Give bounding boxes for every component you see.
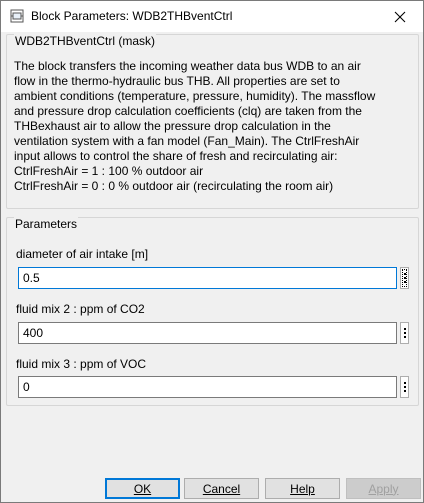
block-parameters-dialog: Block Parameters: WDB2THBventCtrl WDB2TH…: [0, 0, 424, 503]
description-line: CtrlFreshAir = 1 : 100 % outdoor air: [14, 164, 204, 178]
co2-more-button[interactable]: [400, 322, 409, 344]
vertical-dots-icon: [403, 273, 406, 275]
description-line: flow in the thermo-hydraulic bus THB. Al…: [14, 74, 340, 88]
voc-input[interactable]: [18, 376, 397, 398]
ok-button[interactable]: OK: [105, 478, 180, 499]
window-title: Block Parameters: WDB2THBventCtrl: [31, 9, 233, 23]
title-bar[interactable]: Block Parameters: WDB2THBventCtrl: [1, 1, 423, 32]
help-button[interactable]: Help: [265, 478, 340, 499]
param-label-diameter: diameter of air intake [m]: [16, 247, 149, 261]
description-line: ventilation system with a fan model (Fan…: [14, 134, 360, 148]
mask-description: The block transfers the incoming weather…: [14, 59, 414, 194]
description-line: ambient conditions (temperature, pressur…: [14, 89, 376, 103]
diameter-more-button[interactable]: [400, 267, 409, 289]
description-line: and pressure drop calculation coefficien…: [14, 104, 362, 118]
mask-description-group: WDB2THBventCtrl (mask) The block transfe…: [6, 34, 419, 209]
simulink-block-icon: [10, 9, 24, 23]
vertical-dots-icon: [403, 382, 406, 384]
cancel-button[interactable]: Cancel: [184, 478, 259, 499]
param-label-voc: fluid mix 3 : ppm of VOC: [16, 357, 147, 371]
description-line: CtrlFreshAir = 0 : 0 % outdoor air (reci…: [14, 179, 334, 193]
apply-button[interactable]: Apply: [346, 478, 421, 499]
diameter-input[interactable]: [18, 267, 397, 289]
parameters-group: Parameters diameter of air intake [m] fl…: [6, 217, 419, 406]
description-line: input allows to control the share of fre…: [14, 149, 338, 163]
co2-input[interactable]: [18, 322, 397, 344]
vertical-dots-icon: [403, 328, 406, 330]
parameters-group-title: Parameters: [14, 217, 79, 231]
close-button[interactable]: [377, 1, 423, 32]
description-line: THBexhaust air to allow the pressure dro…: [14, 119, 331, 133]
description-line: The block transfers the incoming weather…: [14, 59, 361, 73]
close-icon: [394, 11, 406, 22]
param-label-co2: fluid mix 2 : ppm of CO2: [16, 302, 145, 316]
voc-more-button[interactable]: [400, 376, 409, 398]
mask-group-title: WDB2THBventCtrl (mask): [14, 34, 157, 48]
